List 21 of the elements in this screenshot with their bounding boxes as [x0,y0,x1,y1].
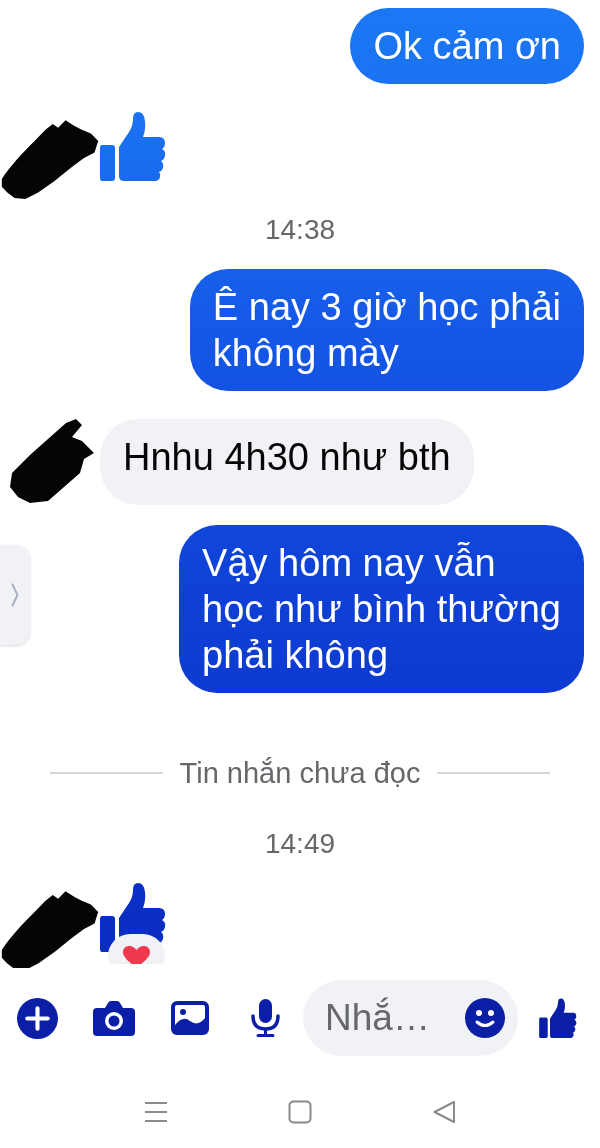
side-panel-handle[interactable] [0,545,30,645]
smiley-icon[interactable] [465,998,505,1038]
message-bubble: Hnhu 4h30 như bth [100,419,474,505]
scribble-icon [8,417,96,505]
message-bubble: Ok cảm ơn [350,8,584,84]
microphone-icon[interactable] [250,999,281,1037]
image-icon[interactable] [171,1001,209,1035]
menu-icon[interactable] [144,1100,168,1124]
message-input-field[interactable]: Nhắ… [303,980,518,1056]
camera-icon[interactable] [93,1000,135,1036]
chevron-right-icon [11,583,19,607]
unread-divider-label: Tin nhắn chưa đọc [179,756,421,790]
timestamp: 14:49 [264,828,336,860]
back-triangle-icon[interactable] [432,1100,456,1124]
message-bubble: Ê nay 3 giờ học phải không mày [189,269,584,391]
thumbs-up-icon[interactable] [539,998,577,1038]
plus-circle-icon[interactable] [17,997,58,1039]
home-square-icon[interactable] [288,1100,312,1124]
message-bubble: Vậy hôm nay vẫn học như bình thường phải không [179,525,584,693]
heart-reaction-icon[interactable] [108,934,165,964]
timestamp: 14:38 [264,214,336,246]
